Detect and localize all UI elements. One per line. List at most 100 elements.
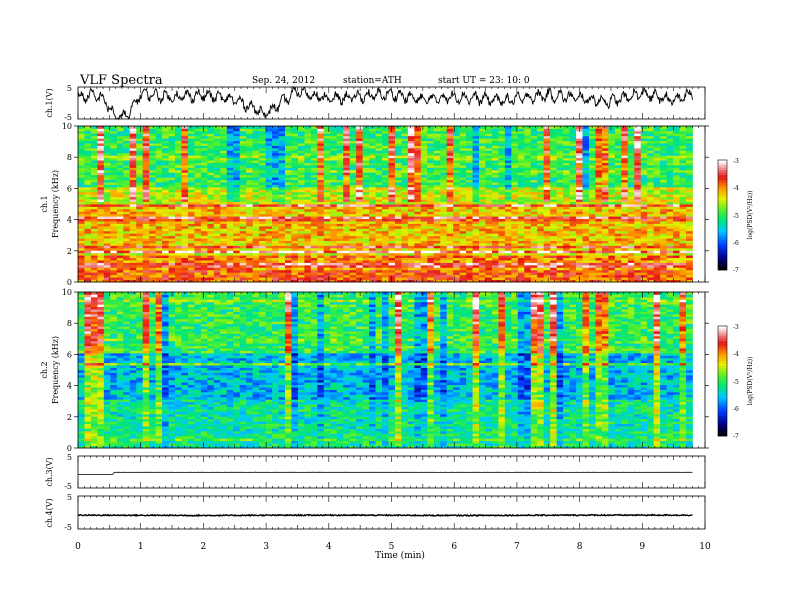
spectrogram-cell — [356, 245, 363, 249]
spectrogram-cell — [284, 262, 292, 266]
spectrogram-cell — [226, 252, 234, 256]
spectrogram-cell — [349, 225, 357, 229]
spectrogram-cell — [679, 264, 687, 268]
spectrogram-cell — [187, 216, 195, 220]
spectrogram-cell — [330, 196, 338, 200]
spectrogram-cell — [265, 216, 273, 220]
spectrogram-cell — [569, 179, 577, 183]
spectrogram-cell — [110, 257, 118, 261]
spectrogram-cell — [440, 213, 448, 217]
spectrogram-cell — [84, 204, 92, 207]
spectrogram-cell — [375, 169, 383, 173]
spectrogram-cell — [576, 162, 583, 166]
spectrogram-cell — [78, 184, 85, 188]
spectrogram-cell — [414, 240, 422, 244]
spectrogram-cell — [78, 208, 85, 212]
spectrogram-cell — [78, 262, 85, 266]
spectrogram-cell — [679, 160, 687, 163]
spectrogram-cell — [394, 264, 402, 268]
spectrogram-cell — [543, 216, 551, 220]
spectrogram-cell — [679, 218, 687, 222]
spectrogram-cell — [388, 165, 396, 168]
spectrogram-cell — [679, 225, 687, 229]
spectrogram-cell — [621, 208, 629, 212]
spectrogram-cell — [440, 157, 448, 161]
spectrogram-cell — [213, 252, 221, 256]
spectrogram-cell — [459, 155, 467, 159]
spectrogram-cell — [394, 174, 402, 178]
spectrogram-cell — [608, 274, 616, 278]
spectrogram-cell — [272, 221, 279, 224]
spectrogram-cell — [621, 167, 629, 171]
spectrogram-cell — [103, 233, 111, 237]
spectrogram-cell — [504, 247, 512, 251]
spectrogram-cell — [187, 169, 195, 173]
spectrogram-cell — [317, 155, 325, 159]
spectrogram-cell — [498, 238, 506, 241]
spectrogram-cell — [627, 206, 635, 210]
spectrogram-cell — [220, 160, 228, 163]
spectrogram-cell — [90, 264, 98, 268]
spectrogram-cell — [479, 211, 486, 215]
spectrogram-cell — [472, 221, 480, 224]
spectrogram-cell — [556, 160, 564, 163]
spectrogram-cell — [627, 194, 635, 198]
spectrogram-cell — [608, 167, 616, 171]
spectrogram-cell — [375, 165, 383, 168]
spectrogram-cell — [233, 213, 241, 217]
spectrogram-cell — [181, 186, 189, 190]
spectrogram-cell — [401, 155, 409, 159]
spectrogram-cell — [685, 264, 693, 268]
spectrogram-cell — [440, 216, 448, 220]
spectrogram-cell — [323, 228, 331, 232]
spectrogram-cell — [142, 228, 150, 232]
spectrogram-cell — [634, 177, 642, 181]
spectrogram-cell — [175, 199, 182, 202]
spectrogram-cell — [336, 255, 344, 259]
spectrogram-cell — [349, 184, 357, 188]
spectrogram-cell — [614, 191, 622, 195]
spectrogram-cell — [647, 204, 655, 207]
spectrogram-cell — [78, 199, 85, 202]
spectrogram-cell — [491, 235, 499, 239]
spectrogram-cell — [233, 260, 241, 263]
spectrogram-cell — [246, 169, 254, 173]
spectrogram-cell — [640, 218, 648, 222]
spectrogram-cell — [284, 233, 292, 237]
spectrogram-cell — [504, 223, 512, 227]
spectrogram-cell — [582, 189, 590, 193]
spectrogram-cell — [123, 179, 131, 183]
spectrogram-cell — [200, 196, 208, 200]
spectrogram-cell — [660, 179, 667, 183]
spectrogram-cell — [472, 250, 480, 254]
spectrogram-cell — [207, 218, 215, 222]
spectrogram-cell — [485, 257, 493, 261]
spectrogram-cell — [640, 213, 648, 217]
spectrogram-cell — [336, 247, 344, 251]
spectrogram-cell — [155, 230, 163, 234]
spectrogram-cell — [375, 240, 383, 244]
spectrogram-cell — [239, 165, 247, 168]
spectrogram-cell — [369, 169, 376, 173]
spectrogram-cell — [155, 277, 163, 280]
spectrogram-cell — [246, 213, 254, 217]
spectrogram-cell — [284, 277, 292, 280]
spectrogram-cell — [194, 250, 202, 254]
spectrogram-cell — [97, 225, 105, 229]
spectrogram-cell — [550, 182, 558, 185]
spectrogram-cell — [78, 157, 85, 161]
spectrogram-cell — [647, 182, 655, 185]
spectrogram-cell — [226, 223, 234, 227]
spectrogram-cell — [647, 223, 655, 227]
spectrogram-cell — [530, 228, 538, 232]
spectrogram-cell — [129, 189, 137, 193]
vlf-figure: VLF Spectra Sep. 24, 2012 station=ATH st… — [40, 73, 754, 561]
spectrogram-cell — [673, 165, 680, 168]
spectrogram-cell — [246, 165, 254, 168]
spectrogram-cell — [394, 165, 402, 168]
spectrogram-cell — [382, 199, 389, 202]
spectrogram-cell — [550, 206, 558, 210]
spectrogram-cell — [582, 262, 590, 266]
spectrogram-cell — [200, 274, 208, 278]
spectrogram-cell — [149, 223, 157, 227]
